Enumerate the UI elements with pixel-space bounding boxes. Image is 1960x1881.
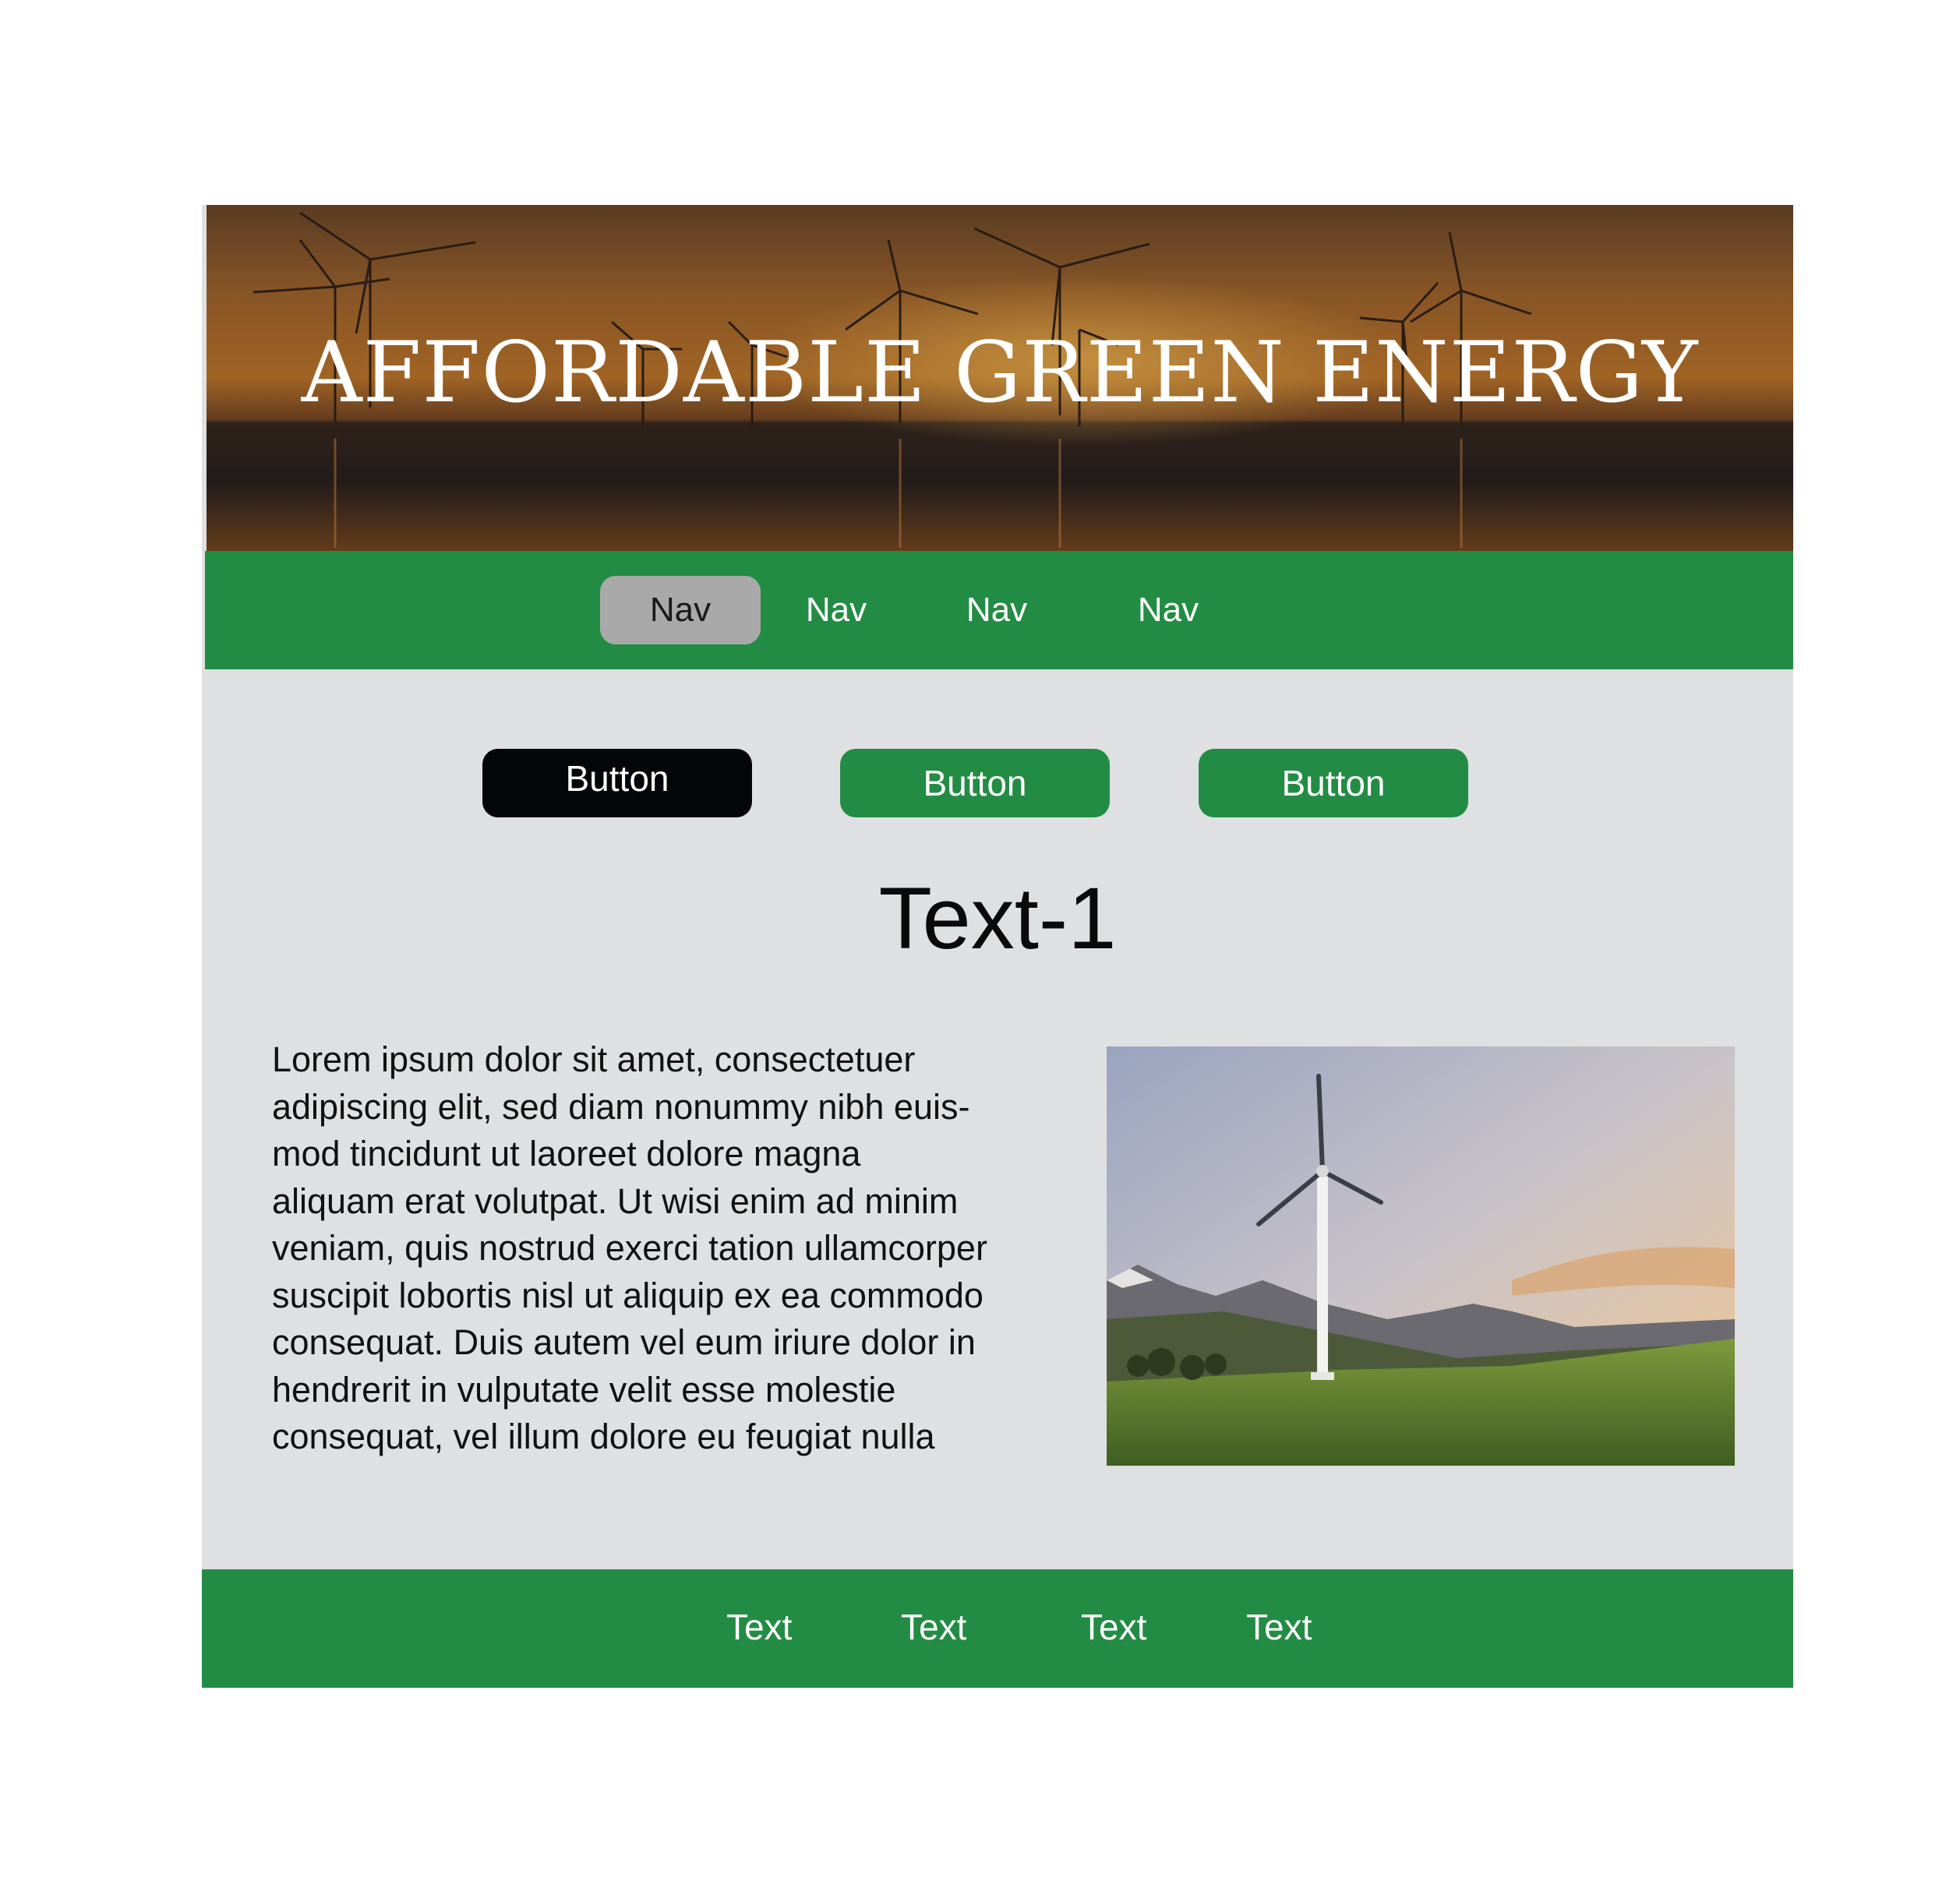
footer-link-3[interactable]: Text xyxy=(1081,1569,1146,1688)
section-heading: Text-1 xyxy=(878,870,1117,967)
hero-banner: AFFORDABLE GREEN ENERGY xyxy=(207,205,1793,551)
footer-link-2[interactable]: Text xyxy=(901,1569,966,1688)
secondary-button-2[interactable]: Button xyxy=(1199,749,1468,817)
nav-item-1[interactable]: Nav xyxy=(600,576,761,644)
site-title: AFFORDABLE GREEN ENERGY xyxy=(301,324,1699,422)
nav-item-4[interactable]: Nav xyxy=(1129,576,1207,644)
body-paragraph: Lorem ipsum dolor sit amet, consectetuer… xyxy=(272,1039,987,1456)
footer: Text Text Text Text xyxy=(202,1569,1793,1688)
secondary-button-1[interactable]: Button xyxy=(840,749,1110,817)
footer-link-4[interactable]: Text xyxy=(1246,1569,1312,1688)
nav-item-2[interactable]: Nav xyxy=(797,576,875,644)
nav-item-3[interactable]: Nav xyxy=(958,576,1036,644)
primary-button[interactable]: Button xyxy=(482,749,752,817)
footer-link-1[interactable]: Text xyxy=(726,1569,792,1688)
wind-turbine-photo xyxy=(1107,1046,1735,1466)
main-navigation: Nav Nav Nav Nav xyxy=(205,551,1793,669)
page-container: AFFORDABLE GREEN ENERGY Nav Nav Nav Nav … xyxy=(202,205,1793,1688)
